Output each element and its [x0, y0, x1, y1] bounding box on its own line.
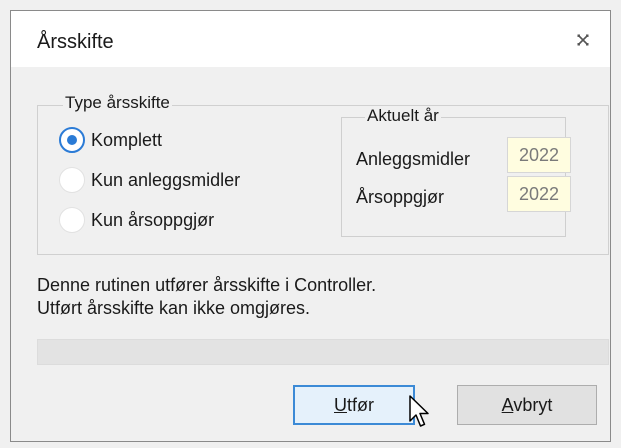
- execute-label-rest: tfør: [347, 394, 374, 415]
- radio-komplett[interactable]: Komplett: [59, 127, 162, 153]
- year-group-legend: Aktuelt år: [365, 106, 441, 126]
- description-line-1: Denne rutinen utfører årsskifte i Contro…: [37, 275, 377, 295]
- arsskifte-dialog: Årsskifte Type årsskifte Komplett Kun an…: [10, 10, 611, 442]
- cancel-mnemonic: A: [501, 394, 514, 415]
- type-group-legend: Type årsskifte: [63, 93, 172, 113]
- title-bar: Årsskifte: [11, 11, 610, 67]
- radio-label-kun-anleggsmidler: Kun anleggsmidler: [91, 169, 241, 190]
- arsoppgjor-label: Årsoppgjør: [356, 187, 445, 207]
- execute-mnemonic: U: [334, 394, 347, 415]
- close-button[interactable]: [570, 27, 596, 53]
- cancel-button[interactable]: Avbryt: [457, 385, 597, 425]
- progress-bar: [37, 339, 609, 365]
- radio-kun-anleggsmidler[interactable]: Kun anleggsmidler: [59, 167, 240, 193]
- mouse-pointer-icon: [409, 395, 429, 427]
- radio-kun-arsoppgjor[interactable]: Kun årsoppgjør: [59, 207, 214, 233]
- radio-button[interactable]: [59, 167, 85, 193]
- radio-label-kun-arsoppgjor: Kun årsoppgjør: [91, 209, 215, 230]
- execute-button[interactable]: Utfør: [293, 385, 415, 425]
- description-line-2: Utført årsskifte kan ikke omgjøres.: [37, 298, 311, 318]
- dialog-body: Type årsskifte Komplett Kun anleggsmidle…: [11, 67, 610, 441]
- anleggsmidler-year-field[interactable]: [507, 137, 571, 173]
- cancel-label-rest: vbryt: [513, 394, 553, 415]
- dialog-title: Årsskifte: [37, 31, 114, 53]
- radio-label-komplett: Komplett: [91, 129, 163, 150]
- close-icon: [577, 34, 589, 46]
- radio-button-checked[interactable]: [59, 127, 85, 153]
- arsoppgjor-year-field[interactable]: [507, 176, 571, 212]
- radio-button[interactable]: [59, 207, 85, 233]
- anleggsmidler-label: Anleggsmidler: [356, 149, 471, 169]
